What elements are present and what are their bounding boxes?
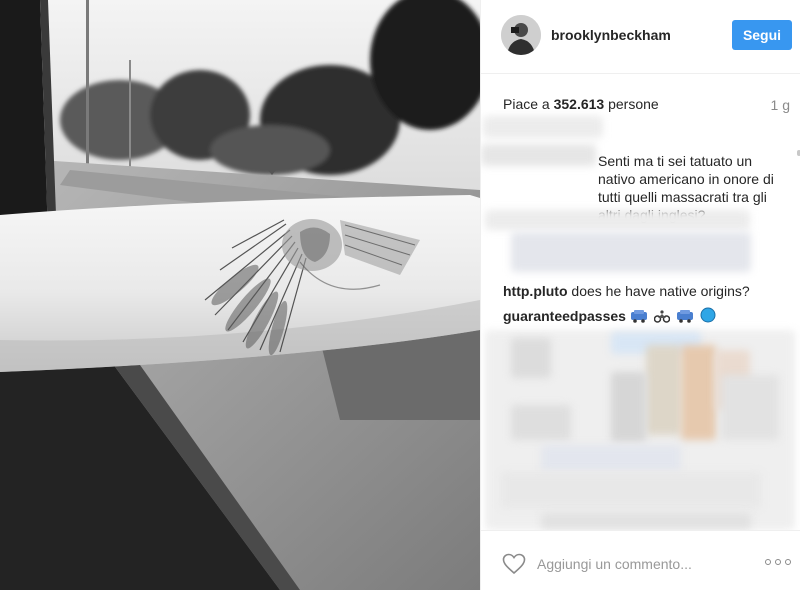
profile-photo-icon xyxy=(501,15,541,55)
post-username[interactable]: brooklynbeckham xyxy=(551,27,671,43)
dot xyxy=(765,559,771,565)
tattoo-photo-image xyxy=(0,0,480,590)
comment-username[interactable]: http.pluto xyxy=(503,283,568,299)
censored-comment-user xyxy=(483,116,603,138)
censored-pixel xyxy=(511,338,551,378)
comment-item: http.pluto does he have native origins? xyxy=(503,282,773,300)
censored-pixel xyxy=(511,405,571,440)
censored-pixel xyxy=(681,345,716,440)
motorbike-emoji-icon xyxy=(653,310,670,323)
add-comment-input[interactable] xyxy=(537,555,757,573)
post-photo[interactable] xyxy=(0,0,480,590)
post-header: brooklynbeckham Segui xyxy=(481,0,800,74)
post-footer xyxy=(481,530,800,590)
blue-circle-emoji-icon xyxy=(700,307,716,323)
censored-pixel xyxy=(541,445,681,471)
censored-pixel xyxy=(721,375,779,440)
avatar[interactable] xyxy=(501,15,541,55)
car-emoji-icon xyxy=(676,310,693,323)
censored-pixel xyxy=(611,372,646,442)
comments-list: Senti ma ti sei tatuato un nativo americ… xyxy=(481,110,800,530)
comment-username[interactable]: guaranteedpasses xyxy=(503,308,626,324)
censored-comment xyxy=(511,232,751,272)
instagram-post-modal: brooklynbeckham Segui Piace a 352.613 pe… xyxy=(0,0,800,590)
dot xyxy=(775,559,781,565)
more-options-icon[interactable] xyxy=(765,557,791,567)
comment-text: does he have native origins? xyxy=(571,283,750,299)
post-side-panel: brooklynbeckham Segui Piace a 352.613 pe… xyxy=(480,0,800,590)
censored-pixel xyxy=(501,472,761,508)
follow-button[interactable]: Segui xyxy=(732,20,792,50)
heart-outline-icon[interactable] xyxy=(502,553,526,575)
censored-pixel xyxy=(541,513,751,529)
comment-item: guaranteedpasses xyxy=(503,307,773,325)
censored-comment xyxy=(485,210,750,230)
car-emoji-icon xyxy=(630,310,647,323)
dot xyxy=(785,559,791,565)
censored-pixel xyxy=(646,345,681,435)
